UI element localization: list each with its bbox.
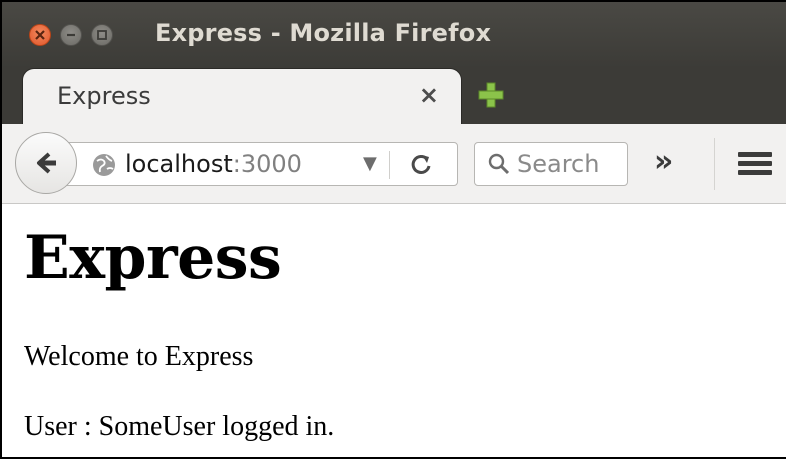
maximize-window-button[interactable]	[91, 24, 113, 46]
search-icon	[488, 153, 510, 175]
back-arrow-icon	[37, 152, 56, 174]
search-input[interactable]: Search	[517, 150, 599, 178]
chevron-down-icon[interactable]: ▼	[363, 153, 377, 174]
close-window-button[interactable]	[29, 24, 51, 46]
search-box[interactable]: Search	[474, 142, 628, 186]
reload-icon[interactable]	[407, 150, 435, 178]
close-icon	[30, 25, 50, 45]
toolbar-overflow-button[interactable]: »	[654, 144, 673, 180]
tab-express[interactable]: Express ×	[22, 68, 462, 124]
minimize-window-button[interactable]	[60, 24, 82, 46]
page-content: Express Welcome to Express User : SomeUs…	[24, 205, 784, 457]
minimize-icon	[61, 25, 81, 45]
plus-icon	[478, 82, 504, 108]
toolbar-separator	[714, 138, 715, 190]
tab-label: Express	[57, 82, 151, 110]
url-text: localhost:3000	[125, 150, 302, 178]
browser-window: Express - Mozilla Firefox Express × loca…	[0, 0, 786, 459]
window-title: Express - Mozilla Firefox	[155, 19, 492, 47]
welcome-text: Welcome to Express	[24, 341, 254, 372]
navigation-bar: localhost:3000 ▼ Search »	[2, 124, 786, 204]
back-button[interactable]	[15, 132, 77, 194]
tab-close-button[interactable]: ×	[419, 81, 439, 109]
hamburger-menu-icon[interactable]	[738, 152, 772, 178]
url-bar[interactable]: localhost:3000 ▼	[52, 142, 458, 186]
user-status-text: User : SomeUser logged in.	[24, 411, 335, 442]
page-heading: Express	[24, 223, 282, 293]
maximize-icon	[92, 25, 112, 45]
new-tab-button[interactable]	[476, 80, 506, 110]
globe-icon	[93, 154, 115, 176]
title-bar: Express - Mozilla Firefox	[2, 2, 786, 68]
url-separator	[389, 151, 390, 179]
